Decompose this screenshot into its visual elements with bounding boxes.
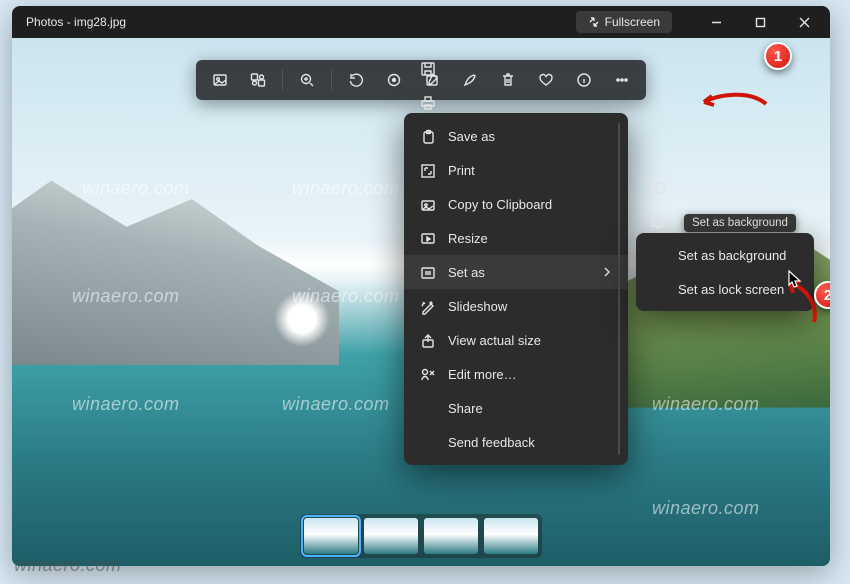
submenu-item-label: Set as background — [678, 248, 786, 263]
menu-item-label: Save as — [448, 129, 495, 144]
menu-edit-more[interactable]: Edit more… — [404, 357, 628, 391]
lockscreen-icon — [650, 281, 666, 297]
image-button[interactable] — [202, 62, 238, 98]
menu-item-label: Send feedback — [448, 435, 535, 450]
crop-icon — [386, 72, 402, 88]
titlebar: Photos - img28.jpg Fullscreen — [12, 6, 830, 38]
menu-item-label: Set as — [448, 265, 485, 280]
menu-feedback[interactable]: Send feedback — [404, 425, 628, 459]
menu-item-label: View actual size — [448, 333, 541, 348]
menu-item-label: Edit more… — [448, 367, 517, 382]
image-icon — [212, 72, 228, 88]
callout-arrow-1 — [700, 92, 768, 110]
more-button[interactable] — [604, 62, 640, 98]
menu-actual-size[interactable]: View actual size — [404, 323, 628, 357]
content-area: winaero.com winaero.com winaero.com wina… — [12, 38, 830, 566]
close-icon — [799, 17, 810, 28]
favorite-button[interactable] — [528, 62, 564, 98]
thumbnail[interactable] — [484, 518, 538, 554]
rotate-icon — [348, 72, 364, 88]
callout-1: 1 — [764, 42, 792, 70]
info-icon — [576, 72, 592, 88]
thumbnail[interactable] — [304, 518, 358, 554]
minimize-icon — [711, 17, 722, 28]
menu-resize[interactable]: Resize — [404, 221, 628, 255]
info-button[interactable] — [566, 62, 602, 98]
tooltip: Set as background — [684, 214, 796, 232]
app-title: Photos - img28.jpg — [26, 15, 126, 29]
menu-item-label: Share — [448, 401, 483, 416]
app-window: Photos - img28.jpg Fullscreen winaero.co… — [12, 6, 830, 566]
close-button[interactable] — [782, 6, 826, 38]
fullscreen-label: Fullscreen — [605, 15, 660, 29]
thumbnail[interactable] — [424, 518, 478, 554]
menu-slideshow[interactable]: Slideshow — [404, 289, 628, 323]
menu-item-label: Resize — [448, 231, 488, 246]
menu-item-label: Slideshow — [448, 299, 507, 314]
heart-icon — [538, 72, 554, 88]
submenu-item-label: Set as lock screen — [678, 282, 784, 297]
remix-icon — [250, 72, 266, 88]
delete-icon — [500, 72, 516, 88]
markup-icon — [462, 72, 478, 88]
context-menu: Save as Print Copy to Clipboard Resize S… — [404, 113, 628, 465]
filmstrip — [300, 514, 542, 558]
rotate-button[interactable] — [338, 62, 374, 98]
maximize-button[interactable] — [738, 6, 782, 38]
thumbnail[interactable] — [364, 518, 418, 554]
fullscreen-button[interactable]: Fullscreen — [576, 11, 672, 33]
more-icon — [614, 72, 630, 88]
menu-item-label: Copy to Clipboard — [448, 197, 552, 212]
markup-button[interactable] — [452, 62, 488, 98]
fullscreen-icon — [588, 16, 600, 28]
feedback-icon — [420, 434, 436, 450]
menu-copy-clipboard[interactable]: Copy to Clipboard — [404, 187, 628, 221]
remix-button[interactable] — [240, 62, 276, 98]
menu-set-as[interactable]: Set as — [404, 255, 628, 289]
minimize-button[interactable] — [694, 6, 738, 38]
menu-print[interactable]: Print — [404, 153, 628, 187]
zoom-in-icon — [299, 72, 315, 88]
menu-save-as[interactable]: Save as — [404, 119, 628, 153]
maximize-icon — [755, 17, 766, 28]
menu-item-label: Print — [448, 163, 475, 178]
mouse-cursor-icon — [788, 270, 802, 290]
crop-button[interactable] — [376, 62, 412, 98]
zoom-in-button[interactable] — [289, 62, 325, 98]
delete-button[interactable] — [490, 62, 526, 98]
menu-share[interactable]: Share — [404, 391, 628, 425]
chevron-right-icon — [602, 265, 612, 280]
